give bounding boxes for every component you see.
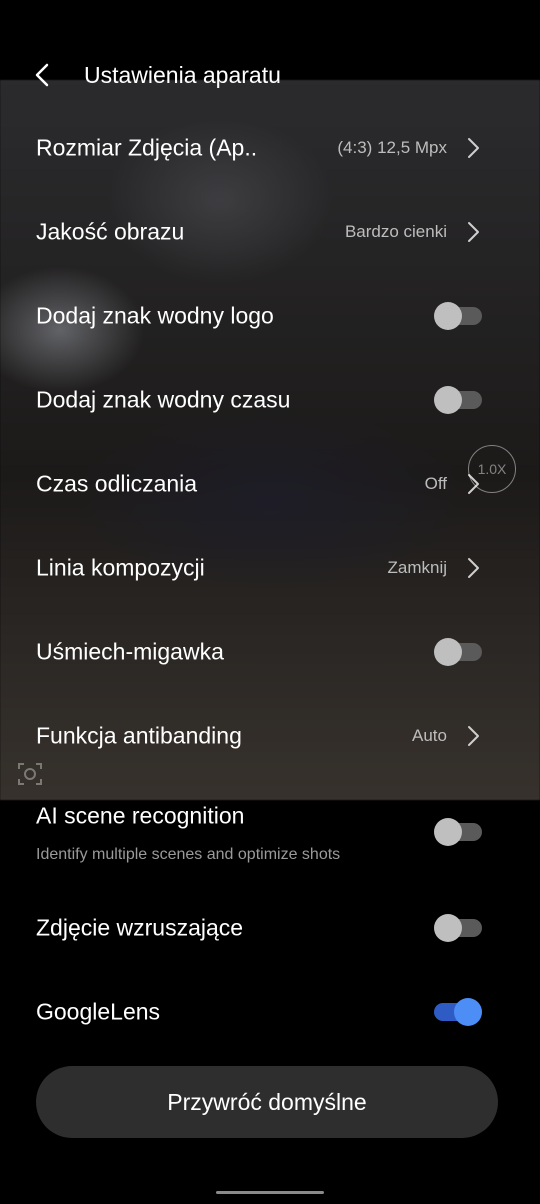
back-arrow-icon: [35, 63, 49, 87]
logo-watermark-toggle[interactable]: [434, 300, 482, 332]
chevron-right-icon: [468, 222, 479, 242]
back-button[interactable]: [30, 62, 54, 88]
setting-label: AI scene recognition: [36, 802, 245, 829]
setting-grid-lines[interactable]: Linia kompozycji Zamknij: [0, 526, 540, 610]
setting-photo-size[interactable]: Rozmiar Zdjęcia (Ap.. (4:3) 12,5 Mpx: [0, 106, 540, 190]
setting-image-quality[interactable]: Jakość obrazu Bardzo cienki: [0, 190, 540, 274]
setting-label: Funkcja antibanding: [36, 722, 242, 749]
setting-value: Off: [424, 474, 447, 493]
setting-google-lens: GoogleLens: [0, 970, 540, 1054]
setting-label: Linia kompozycji: [36, 554, 205, 581]
setting-value: Zamknij: [387, 558, 447, 577]
setting-label: GoogleLens: [36, 998, 161, 1025]
setting-label: Zdjęcie wzruszające: [36, 914, 244, 941]
smile-shutter-toggle[interactable]: [434, 636, 482, 668]
setting-moving-photo: Zdjęcie wzruszające: [0, 886, 540, 970]
home-indicator[interactable]: [216, 1191, 324, 1194]
time-watermark-toggle[interactable]: [434, 384, 482, 416]
restore-defaults-button[interactable]: Przywróć domyślne: [36, 1066, 498, 1138]
google-lens-toggle[interactable]: [434, 996, 482, 1028]
moving-photo-toggle[interactable]: [434, 912, 482, 944]
page-title: Ustawienia aparatu: [84, 62, 281, 88]
setting-value: Auto: [412, 726, 447, 745]
setting-value: (4:3) 12,5 Mpx: [337, 138, 447, 157]
setting-label: Rozmiar Zdjęcia (Ap..: [36, 134, 258, 161]
zoom-indicator: 1.0X: [468, 445, 516, 493]
setting-time-watermark: Dodaj znak wodny czasu: [0, 358, 540, 442]
setting-label: Dodaj znak wodny logo: [36, 302, 274, 329]
header: Ustawienia aparatu: [0, 40, 540, 110]
ai-scene-toggle[interactable]: [434, 816, 482, 848]
setting-logo-watermark: Dodaj znak wodny logo: [0, 274, 540, 358]
setting-subtitle: Identify multiple scenes and optimize sh…: [36, 846, 341, 863]
setting-label: Jakość obrazu: [36, 218, 185, 245]
setting-label: Czas odliczania: [36, 470, 198, 497]
setting-smile-shutter: Uśmiech-migawka: [0, 610, 540, 694]
setting-antibanding[interactable]: Funkcja antibanding Auto: [0, 694, 540, 778]
setting-label: Uśmiech-migawka: [36, 638, 224, 665]
setting-label: Dodaj znak wodny czasu: [36, 386, 291, 413]
lens-frame-icon: [18, 763, 42, 785]
setting-value: Bardzo cienki: [344, 222, 447, 241]
setting-ai-scene: AI scene recognition Identify multiple s…: [0, 790, 540, 870]
chevron-right-icon: [468, 726, 479, 746]
setting-countdown[interactable]: Czas odliczania Off: [0, 442, 540, 526]
chevron-right-icon: [468, 558, 479, 578]
chevron-right-icon: [468, 138, 479, 158]
